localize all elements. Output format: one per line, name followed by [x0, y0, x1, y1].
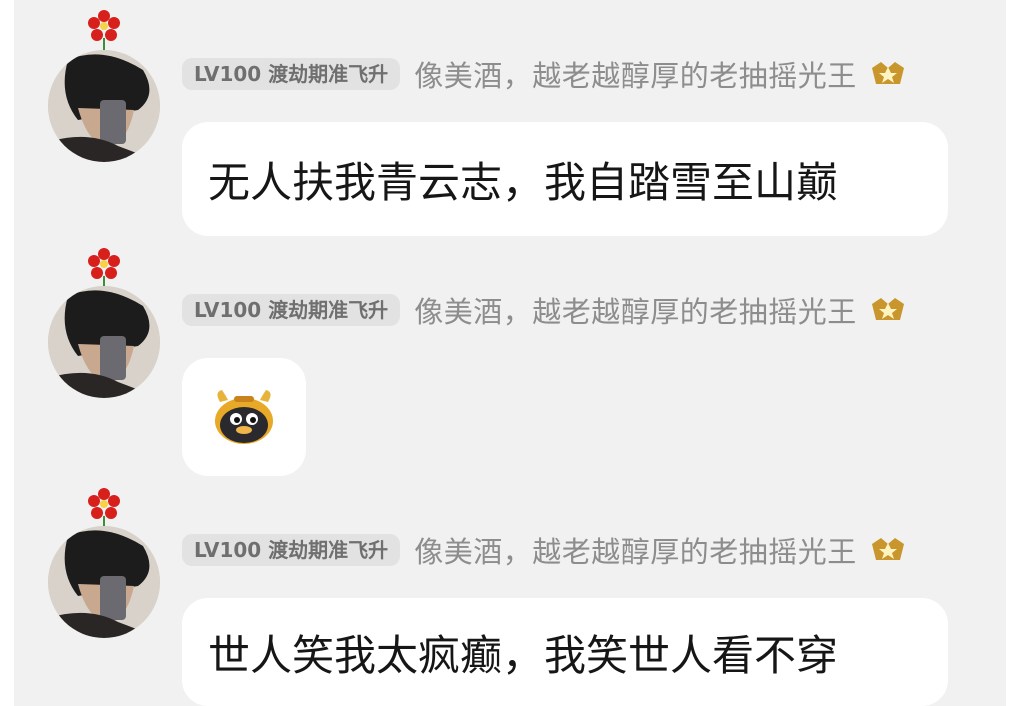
level-badge: LV100 渡劫期准飞升: [182, 294, 401, 326]
level-title: 渡劫期准飞升: [268, 538, 389, 562]
level-badge: LV100 渡劫期准飞升: [182, 534, 401, 566]
nickname[interactable]: 像美酒，越老越醇厚的老抽摇光王: [414, 53, 857, 95]
level-text: LV100: [194, 62, 262, 86]
message-text: 无人扶我青云志，我自踏雪至山巅: [208, 157, 839, 207]
message-bubble[interactable]: 无人扶我青云志，我自踏雪至山巅: [182, 122, 948, 236]
message-text: 世人笑我太疯癫，我笑世人看不穿: [208, 630, 839, 680]
gold-crown-badge-icon: [871, 538, 904, 560]
nickname[interactable]: 像美酒，越老越醇厚的老抽摇光王: [414, 529, 857, 571]
ox-penguin-emoji-icon: [215, 390, 273, 444]
nickname[interactable]: 像美酒，越老越醇厚的老抽摇光王: [414, 289, 857, 331]
avatar[interactable]: [48, 50, 160, 162]
message-bubble[interactable]: 世人笑我太疯癫，我笑世人看不穿: [182, 598, 948, 706]
avatar[interactable]: [48, 526, 160, 638]
gold-crown-badge-icon: [871, 298, 904, 320]
level-title: 渡劫期准飞升: [268, 298, 389, 322]
gold-crown-badge-icon: [871, 62, 904, 84]
level-title: 渡劫期准飞升: [268, 62, 389, 86]
level-text: LV100: [194, 538, 262, 562]
level-text: LV100: [194, 298, 262, 322]
avatar[interactable]: [48, 286, 160, 398]
level-badge: LV100 渡劫期准飞升: [182, 58, 401, 90]
emoji-bubble[interactable]: [182, 358, 306, 476]
